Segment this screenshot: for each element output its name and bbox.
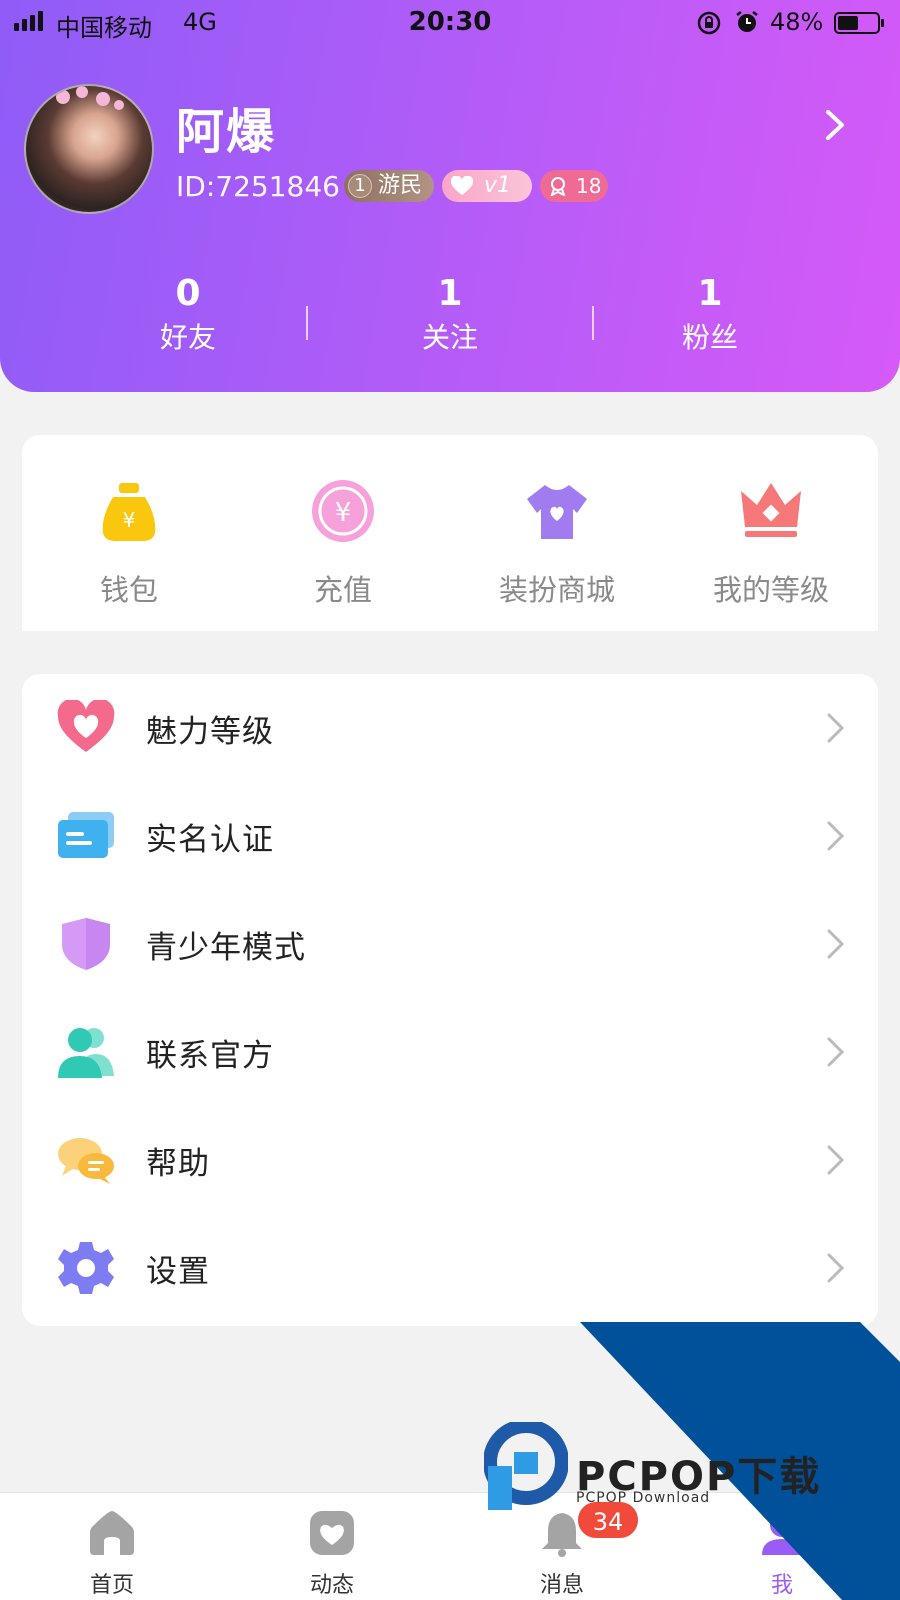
list-item-teen-mode[interactable]: 青少年模式 [22, 890, 878, 998]
home-icon [90, 1511, 134, 1555]
stat-label: 粉丝 [681, 321, 738, 354]
rank-label: 游民 [378, 173, 423, 198]
svg-text:¥: ¥ [335, 498, 352, 528]
list-item-label: 联系官方 [146, 1038, 274, 1074]
chevron-right-icon [827, 1253, 845, 1283]
list-item-settings[interactable]: 设置 [22, 1214, 878, 1322]
shield-icon [62, 918, 110, 970]
crown-icon [741, 483, 801, 537]
avatar[interactable] [24, 84, 154, 214]
quick-item-my-level[interactable]: 我的等级 [664, 435, 878, 631]
chevron-right-icon [827, 713, 845, 743]
stat-value: 0 [175, 273, 201, 314]
quick-item-label: 装扮商城 [498, 573, 615, 607]
tshirt-icon [527, 485, 587, 539]
quick-item-label: 我的等级 [712, 573, 829, 607]
rotation-lock-icon [697, 11, 721, 35]
tab-moments[interactable]: 动态 [272, 1493, 392, 1600]
chevron-right-icon [827, 1145, 845, 1175]
tab-home[interactable]: 首页 [52, 1493, 172, 1600]
chevron-right-icon [827, 929, 845, 959]
tab-label: 动态 [309, 1573, 354, 1598]
battery-percent: 48% [770, 8, 824, 36]
list-item-help[interactable]: 帮助 [22, 1106, 878, 1214]
pcpop-logo [484, 1422, 568, 1510]
quick-item-label: 钱包 [99, 573, 158, 607]
quick-item-label: 充值 [313, 573, 372, 607]
divider [306, 306, 308, 340]
list-item-charm-level[interactable]: 魅力等级 [22, 674, 878, 782]
quick-menu: ¥ 钱包 ¥ 充值 装扮商城 我的等级 [22, 435, 878, 631]
battery-icon [834, 12, 884, 34]
rank-number: 1 [348, 174, 372, 198]
settings-list: 魅力等级 实名认证 青少年模式 联系官方 帮助 设置 [22, 674, 878, 1326]
stat-label: 关注 [421, 321, 478, 354]
list-item-label: 魅力等级 [146, 714, 274, 750]
clock: 20:30 [408, 7, 492, 37]
profile-header: 中国移动 4G 20:30 48% 阿爆 ID:7251846 1 游民 v1 … [0, 0, 900, 392]
vip-badge: v1 [442, 170, 532, 202]
quick-item-dressup-shop[interactable]: 装扮商城 [450, 435, 664, 631]
id-card-icon [58, 812, 114, 858]
money-bag-icon: ¥ [102, 483, 156, 541]
stat-label: 好友 [159, 321, 216, 354]
list-item-label: 帮助 [146, 1146, 210, 1182]
chat-bubbles-icon [58, 1138, 114, 1184]
stat-following[interactable]: 1 关注 [350, 272, 550, 360]
list-item-label: 青少年模式 [146, 930, 306, 966]
vip-label: v1 [484, 173, 512, 198]
quick-item-wallet[interactable]: ¥ 钱包 [22, 435, 236, 631]
chevron-right-icon [827, 1037, 845, 1067]
list-item-contact-official[interactable]: 联系官方 [22, 998, 878, 1106]
stat-value: 1 [437, 273, 463, 314]
heart-icon [57, 700, 115, 752]
rank-badge: 1 游民 [344, 170, 434, 202]
chevron-right-icon[interactable] [820, 108, 850, 142]
username: 阿爆 [176, 104, 277, 160]
user-id: ID:7251846 [176, 170, 340, 203]
list-item-label: 实名认证 [146, 822, 274, 858]
list-item-real-name-auth[interactable]: 实名认证 [22, 782, 878, 890]
level-number: 18 [576, 174, 602, 198]
medal-icon [550, 177, 566, 196]
people-icon [58, 1028, 114, 1078]
watermark-subtitle: PCPOP Download [576, 1490, 711, 1506]
yuan-coin-icon: ¥ [312, 480, 374, 542]
quick-item-recharge[interactable]: ¥ 充值 [236, 435, 450, 631]
tab-label: 首页 [89, 1573, 134, 1598]
stat-value: 1 [697, 273, 723, 314]
status-bar: 中国移动 4G 20:30 48% [0, 0, 900, 46]
divider [592, 306, 594, 340]
stat-friends[interactable]: 0 好友 [88, 272, 288, 360]
heart-icon [450, 176, 474, 195]
gear-icon [58, 1242, 114, 1294]
list-item-label: 设置 [146, 1254, 210, 1290]
chevron-right-icon [827, 821, 845, 851]
svg-text:¥: ¥ [123, 508, 136, 532]
stat-fans[interactable]: 1 粉丝 [610, 272, 810, 360]
heart-box-icon [310, 1511, 354, 1555]
alarm-icon [736, 11, 758, 32]
level-badge: 18 [540, 170, 608, 202]
